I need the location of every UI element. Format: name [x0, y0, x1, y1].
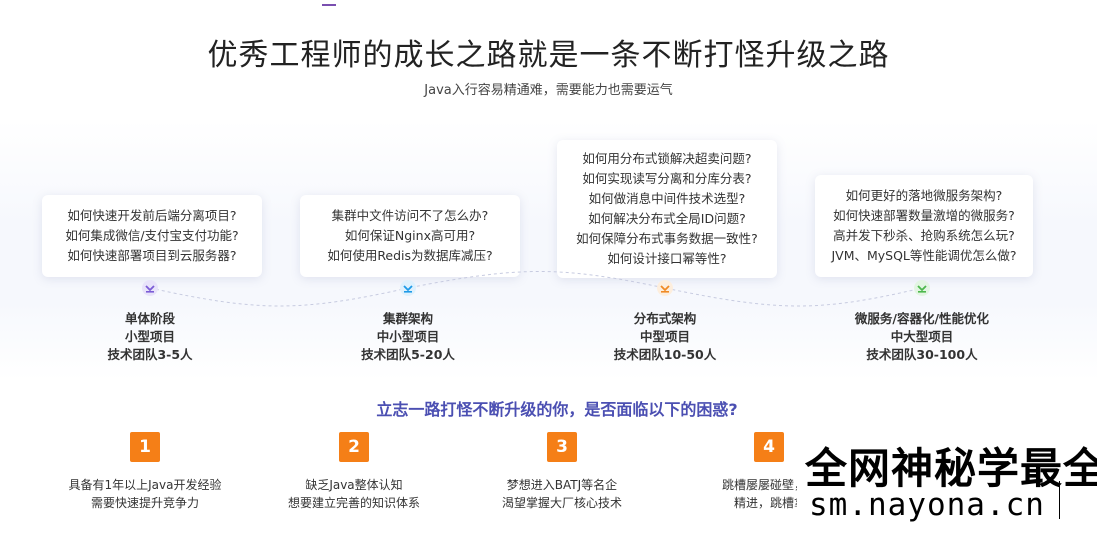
question-item: 如何实现读写分离和分库分表? [582, 171, 752, 186]
stage-scale: 中大型项目 [890, 329, 954, 344]
stage-name: 微服务/容器化/性能优化 [854, 311, 990, 326]
question-item: 如何用分布式锁解决超卖问题? [582, 151, 752, 166]
stage-1-questions-card: 如何快速开发前后端分离项目? 如何集成微信/支付宝支付功能? 如何快速部署项目到… [42, 195, 262, 277]
question-item: 如何解决分布式全局ID问题? [588, 211, 746, 226]
timeline-path [149, 271, 923, 307]
page-subtitle: Java入行容易精通难，需要能力也需要运气 [424, 83, 673, 98]
pain-3-number-badge: 3 [547, 432, 577, 462]
pain-line: 渴望掌握大厂核心技术 [501, 496, 622, 510]
pain-3-text: 梦想进入BATJ等名企 渴望掌握大厂核心技术 [462, 476, 662, 512]
stage-4-marker-icon [914, 280, 930, 296]
stage-3-questions-card: 如何用分布式锁解决超卖问题? 如何实现读写分离和分库分表? 如何做消息中间件技术… [557, 140, 777, 278]
stage-3-label: 分布式架构 中型项目 技术团队10-50人 [590, 310, 740, 364]
stage-2-questions-card: 集群中文件访问不了怎么办? 如何保证Nginx高可用? 如何使用Redis为数据… [300, 195, 520, 277]
stage-2-label: 集群架构 中小型项目 技术团队5-20人 [333, 310, 483, 364]
question-item: 如何快速部署项目到云服务器? [67, 248, 237, 263]
watermark-overlay: 全网神秘学最全 sm.nayona.cn [797, 425, 1097, 533]
pain-line: 想要建立完善的知识体系 [287, 496, 420, 510]
pain-line: 梦想进入BATJ等名企 [506, 478, 618, 492]
stage-name: 分布式架构 [633, 311, 697, 326]
question-item: 如何设计接口幂等性? [607, 251, 727, 266]
question-item: 如何使用Redis为数据库减压? [327, 248, 493, 263]
stage-team: 技术团队3-5人 [107, 347, 193, 362]
stage-team: 技术团队5-20人 [361, 347, 455, 362]
stage-scale: 中小型项目 [376, 329, 440, 344]
stage-4-questions-card: 如何更好的落地微服务架构? 如何快速部署数量激增的微服务? 高并发下秒杀、抢购系… [815, 175, 1033, 277]
watermark-url: sm.nayona.cn [809, 487, 1045, 523]
pain-4-number-badge: 4 [754, 432, 784, 462]
top-accent-mark [322, 4, 336, 6]
pain-2-number-badge: 2 [339, 432, 369, 462]
stage-name: 单体阶段 [124, 311, 175, 326]
pain-2-text: 缺乏Java整体认知 想要建立完善的知识体系 [254, 476, 454, 512]
stage-team: 技术团队30-100人 [866, 347, 978, 362]
question-item: JVM、MySQL等性能调优怎么做? [831, 248, 1017, 263]
question-item: 如何保证Nginx高可用? [344, 228, 476, 243]
stage-scale: 小型项目 [124, 329, 175, 344]
page-title: 优秀工程师的成长之路就是一条不断打怪升级之路 [207, 38, 890, 73]
stage-team: 技术团队10-50人 [613, 347, 717, 362]
stage-4-label: 微服务/容器化/性能优化 中大型项目 技术团队30-100人 [837, 310, 1007, 364]
question-item: 如何更好的落地微服务架构? [845, 188, 1003, 203]
section-question-heading: 立志一路打怪不断升级的你，是否面临以下的困惑? [376, 400, 738, 419]
pain-1-number-badge: 1 [130, 432, 160, 462]
text-cursor [1059, 481, 1060, 519]
question-item: 如何快速开发前后端分离项目? [67, 208, 237, 223]
stage-3-marker-icon [657, 280, 673, 296]
question-item: 如何快速部署数量激增的微服务? [833, 208, 1015, 223]
stage-1-marker-icon [142, 280, 158, 296]
pain-line: 缺乏Java整体认知 [305, 478, 403, 492]
question-item: 如何做消息中间件技术选型? [588, 191, 746, 206]
stage-scale: 中型项目 [639, 329, 690, 344]
question-item: 如何集成微信/支付宝支付功能? [65, 228, 239, 243]
pain-1-text: 具备有1年以上Java开发经验 需要快速提升竞争力 [45, 476, 245, 512]
stage-1-label: 单体阶段 小型项目 技术团队3-5人 [75, 310, 225, 364]
stage-name: 集群架构 [382, 311, 433, 326]
pain-line: 需要快速提升竞争力 [90, 496, 199, 510]
question-item: 如何保障分布式事务数据一致性? [576, 231, 758, 246]
stage-2-marker-icon [400, 280, 416, 296]
pain-line: 具备有1年以上Java开发经验 [68, 478, 222, 492]
question-item: 高并发下秒杀、抢购系统怎么玩? [833, 228, 1015, 243]
question-item: 集群中文件访问不了怎么办? [331, 208, 489, 223]
